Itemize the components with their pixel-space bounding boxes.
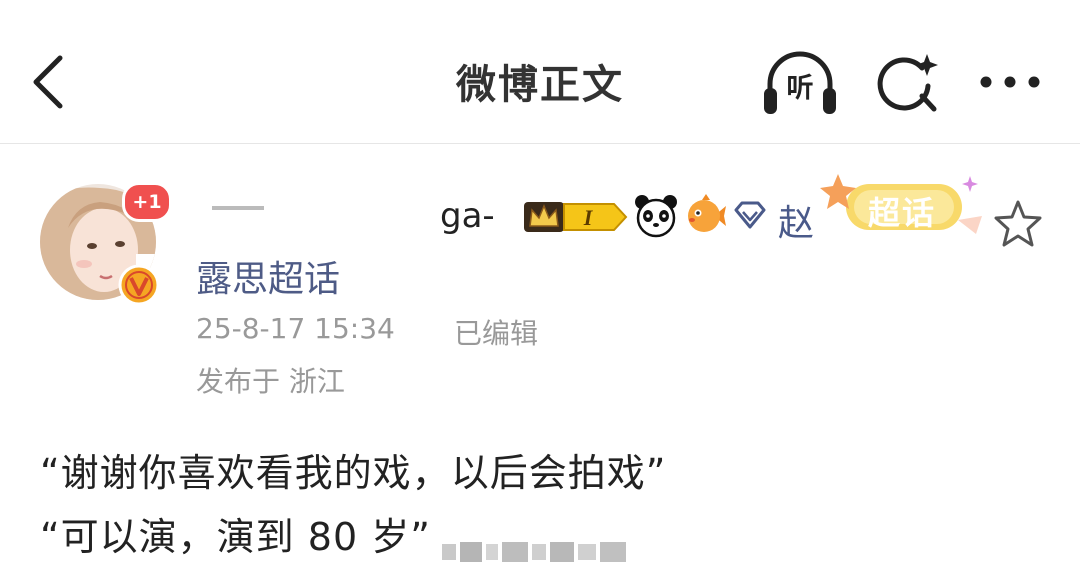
blurred-watermark bbox=[442, 542, 626, 562]
crown-icon: I bbox=[524, 202, 628, 232]
username-redaction-mark bbox=[212, 206, 264, 210]
more-options-button[interactable] bbox=[974, 62, 1046, 102]
username-redacted bbox=[196, 190, 440, 234]
back-button[interactable] bbox=[24, 50, 80, 114]
listen-button[interactable]: 听 bbox=[760, 48, 840, 118]
panda-icon bbox=[635, 195, 677, 238]
header-divider bbox=[0, 143, 1080, 144]
edited-label[interactable]: 已编辑 bbox=[454, 312, 538, 352]
post-location: 发布于 浙江 bbox=[196, 365, 345, 398]
user-level-badge: I bbox=[583, 205, 594, 230]
post-timestamp: 25-8-17 15:34 bbox=[196, 312, 395, 345]
post-content-line: “谢谢你喜欢看我的戏，以后会拍戏” bbox=[40, 451, 667, 495]
listen-label: 听 bbox=[786, 73, 814, 104]
super-topic-label: 超话 bbox=[868, 194, 937, 232]
top-navigation-bar: 微博正文 听 bbox=[0, 0, 1080, 143]
post-content-line: “可以演，演到 80 岁” bbox=[40, 515, 431, 559]
page-title: 微博正文 bbox=[456, 62, 624, 108]
favorite-button[interactable] bbox=[990, 198, 1046, 250]
fish-icon bbox=[688, 194, 726, 232]
verified-v-icon bbox=[118, 264, 160, 306]
search-sparkle-icon bbox=[877, 54, 938, 112]
search-button[interactable] bbox=[872, 46, 944, 118]
star-icon bbox=[994, 200, 1042, 247]
username[interactable]: ga- bbox=[440, 196, 495, 236]
diamond-icon bbox=[734, 201, 766, 229]
username-suffix: 赵 bbox=[778, 203, 815, 244]
notification-badge: +1 bbox=[122, 182, 172, 222]
back-arrow-icon bbox=[33, 55, 63, 109]
more-icon bbox=[980, 76, 1040, 88]
post-source[interactable]: 露思超话 bbox=[196, 250, 340, 302]
